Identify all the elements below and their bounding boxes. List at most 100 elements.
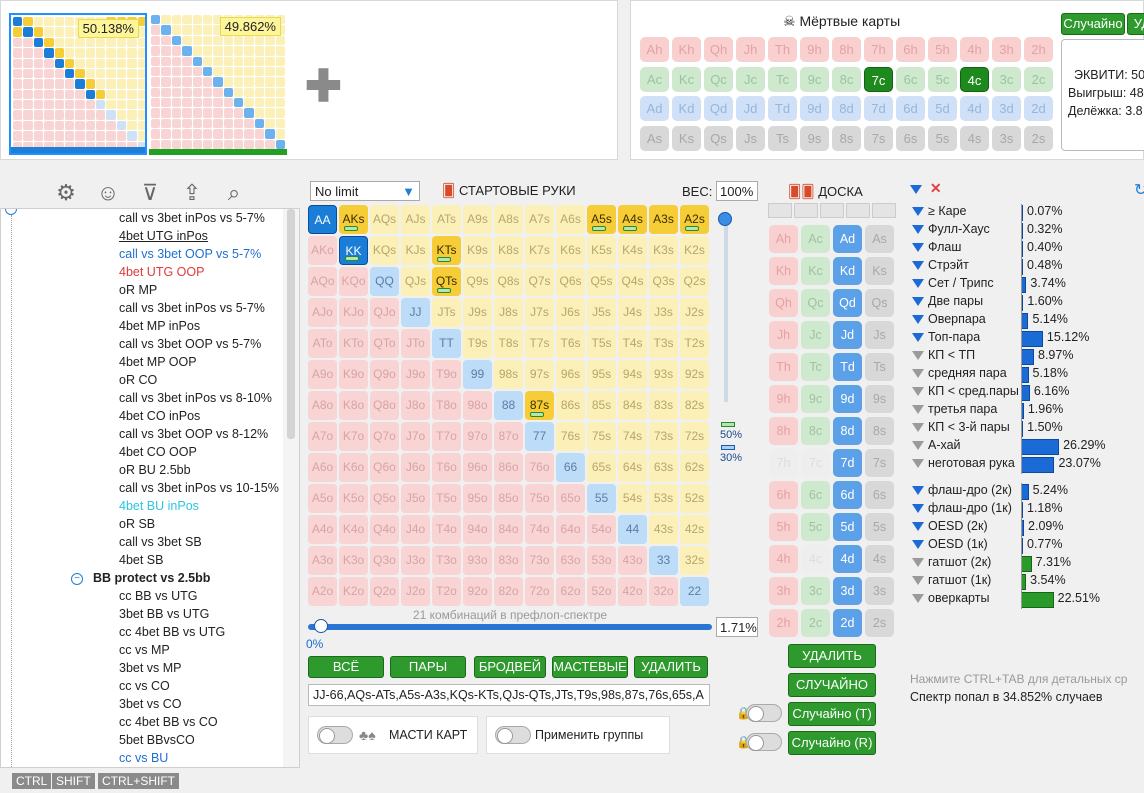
hand-cell-TT[interactable]: TT	[432, 329, 461, 358]
hand-cell-A2s[interactable]: A2s	[680, 205, 709, 234]
hand-cell-T2s[interactable]: T2s	[680, 329, 709, 358]
board-card-9s[interactable]: 9s	[865, 385, 894, 413]
hand-cell-54s[interactable]: 54s	[618, 484, 647, 513]
hand-cell-K7s[interactable]: K7s	[525, 236, 554, 265]
board-delete-button[interactable]: УДАЛИТЬ	[788, 644, 876, 668]
dead-card-6h[interactable]: 6h	[896, 37, 925, 62]
board-card-9d[interactable]: 9d	[833, 385, 862, 413]
filter-icon[interactable]	[912, 315, 924, 325]
board-card-Td[interactable]: Td	[833, 353, 862, 381]
hand-cell-Q6o[interactable]: Q6o	[370, 453, 399, 482]
filter-icon[interactable]	[912, 486, 924, 496]
hand-cell-87s[interactable]: 87s	[525, 391, 554, 420]
tree-group-bb-protect[interactable]: BB protect vs 2.5bb	[93, 571, 210, 585]
hand-cell-K6s[interactable]: K6s	[556, 236, 585, 265]
tree-item[interactable]: 4bet UTG OOP	[119, 265, 204, 279]
weight-input[interactable]: 100%	[716, 181, 758, 201]
filter-icon[interactable]	[912, 351, 924, 361]
pairs-button[interactable]: ПАРЫ	[390, 656, 466, 678]
filter-icon[interactable]	[912, 576, 924, 586]
dead-card-8d[interactable]: 8d	[832, 96, 861, 121]
tree-item[interactable]: 4bet CO OOP	[119, 445, 197, 459]
board-card-7s[interactable]: 7s	[865, 449, 894, 477]
dead-card-5s[interactable]: 5s	[928, 125, 957, 151]
board-card-Ah[interactable]: Ah	[769, 225, 798, 253]
board-card-4h[interactable]: 4h	[769, 545, 798, 573]
filter-icon[interactable]	[910, 184, 922, 194]
hand-cell-J2s[interactable]: J2s	[680, 298, 709, 327]
board-card-3c[interactable]: 3c	[801, 577, 830, 605]
tree-item[interactable]: call vs 3bet OOP vs 8-12%	[119, 427, 268, 441]
hand-cell-A6o[interactable]: A6o	[308, 453, 337, 482]
hand-cell-KTo[interactable]: KTo	[339, 329, 368, 358]
hand-cell-K3s[interactable]: K3s	[649, 236, 678, 265]
hand-cell-J7o[interactable]: J7o	[401, 422, 430, 451]
hand-cell-73s[interactable]: 73s	[649, 422, 678, 451]
hand-cell-Q5s[interactable]: Q5s	[587, 267, 616, 296]
hand-cell-76o[interactable]: 76o	[525, 453, 554, 482]
board-slot[interactable]	[768, 203, 792, 218]
dead-card-5d[interactable]: 5d	[928, 96, 957, 121]
hand-cell-AA[interactable]: AA	[308, 205, 337, 234]
hand-cell-A9o[interactable]: A9o	[308, 360, 337, 389]
stat-row[interactable]: Сет / Трипс	[912, 276, 994, 290]
board-card-7d[interactable]: 7d	[833, 449, 862, 477]
hand-cell-64o[interactable]: 64o	[556, 515, 585, 544]
dead-card-8c[interactable]: 8c	[832, 66, 861, 92]
tree-item[interactable]: oR BU 2.5bb	[119, 463, 191, 477]
board-slot[interactable]	[794, 203, 818, 218]
board-card-5c[interactable]: 5c	[801, 513, 830, 541]
hand-cell-K8o[interactable]: K8o	[339, 391, 368, 420]
stat-row[interactable]: Стрэйт	[912, 258, 969, 272]
board-card-Qc[interactable]: Qc	[801, 289, 830, 317]
hand-cell-93s[interactable]: 93s	[649, 360, 678, 389]
hand-cell-K6o[interactable]: K6o	[339, 453, 368, 482]
hand-cell-Q3o[interactable]: Q3o	[370, 546, 399, 575]
hand-cell-76s[interactable]: 76s	[556, 422, 585, 451]
refresh-icon[interactable]: ↻	[1134, 180, 1144, 200]
board-card-Ks[interactable]: Ks	[865, 257, 894, 285]
hand-cell-65s[interactable]: 65s	[587, 453, 616, 482]
filter-icon[interactable]	[912, 207, 924, 217]
stat-row[interactable]: ≥ Каре	[912, 204, 966, 218]
hand-cell-95o[interactable]: 95o	[463, 484, 492, 513]
hand-cell-96o[interactable]: 96o	[463, 453, 492, 482]
board-card-Th[interactable]: Th	[769, 353, 798, 381]
hand-cell-AQo[interactable]: AQo	[308, 267, 337, 296]
hand-cell-72o[interactable]: 72o	[525, 577, 554, 606]
hand-cell-QQ[interactable]: QQ	[370, 267, 399, 296]
hand-cell-T3s[interactable]: T3s	[649, 329, 678, 358]
all-button[interactable]: ВСЁ	[308, 656, 384, 678]
hand-cell-KJo[interactable]: KJo	[339, 298, 368, 327]
tree-item[interactable]: call vs 3bet SB	[119, 535, 202, 549]
hand-cell-T7o[interactable]: T7o	[432, 422, 461, 451]
hand-cell-T7s[interactable]: T7s	[525, 329, 554, 358]
filter-icon[interactable]	[912, 594, 924, 604]
hand-cell-77[interactable]: 77	[525, 422, 554, 451]
stat-row[interactable]: КП < сред.пары	[912, 384, 1019, 398]
stat-row[interactable]: гатшот (2к)	[912, 555, 991, 569]
hand-cell-J9o[interactable]: J9o	[401, 360, 430, 389]
hand-cell-97o[interactable]: 97o	[463, 422, 492, 451]
dead-card-Ac[interactable]: Ac	[640, 66, 669, 92]
hand-cell-72s[interactable]: 72s	[680, 422, 709, 451]
hand-cell-A8s[interactable]: A8s	[494, 205, 523, 234]
hand-cell-53o[interactable]: 53o	[587, 546, 616, 575]
dead-card-4s[interactable]: 4s	[960, 125, 989, 151]
hand-cell-A7o[interactable]: A7o	[308, 422, 337, 451]
hand-cell-52s[interactable]: 52s	[680, 484, 709, 513]
weight-slider-thumb[interactable]	[718, 212, 732, 226]
dead-card-Kc[interactable]: Kc	[672, 66, 701, 92]
dead-card-Qs[interactable]: Qs	[704, 125, 733, 151]
tree-item[interactable]: cc vs MP	[119, 643, 170, 657]
hand-cell-J6o[interactable]: J6o	[401, 453, 430, 482]
hand-cell-A8o[interactable]: A8o	[308, 391, 337, 420]
tree-item[interactable]: cc vs BU	[119, 751, 168, 765]
hand-cell-55[interactable]: 55	[587, 484, 616, 513]
tree-item[interactable]: 4bet SB	[119, 553, 163, 567]
dead-card-Th[interactable]: Th	[768, 37, 797, 62]
hand-cell-A7s[interactable]: A7s	[525, 205, 554, 234]
filter-add-icon[interactable]: ⊽	[136, 180, 164, 206]
dead-card-Td[interactable]: Td	[768, 96, 797, 121]
hand-cell-94s[interactable]: 94s	[618, 360, 647, 389]
